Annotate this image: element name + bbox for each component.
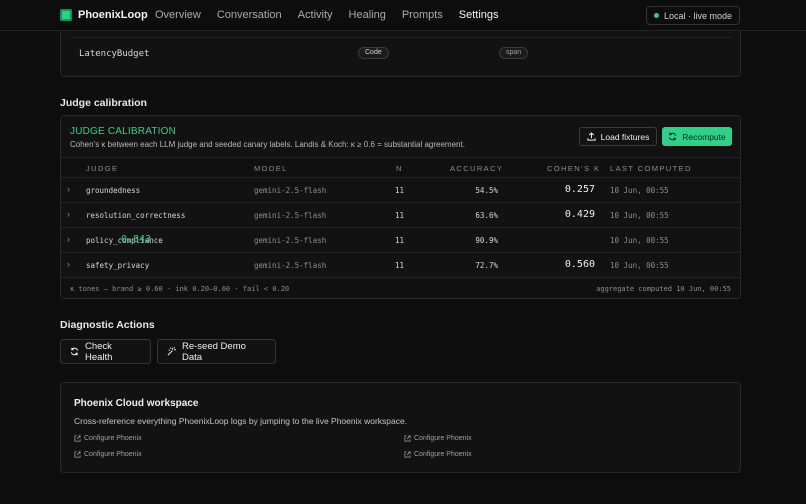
type-pill: Code (358, 47, 389, 59)
external-link-icon (74, 451, 81, 458)
col-kappa[interactable]: COHEN’S K (547, 164, 600, 173)
judge-kappa: 0.257 (564, 184, 595, 195)
refresh-icon (668, 132, 677, 141)
table-footer: κ tones — brand ≥ 0.60 · ink 0.20–0.60 ·… (61, 279, 740, 298)
judge-computed: 10 Jun, 00:55 (610, 211, 669, 220)
mode-label: Local · live mode (663, 10, 732, 21)
chevron-right-icon[interactable]: › (67, 184, 70, 194)
judge-card-title: JUDGE CALIBRATION (70, 126, 177, 137)
judge-accuracy: 63.6% (475, 211, 498, 220)
judge-model: gemini-2.5-flash (254, 261, 327, 270)
judge-kappa: 0.429 (564, 209, 595, 220)
judge-kappa: 0.560 (564, 259, 595, 270)
judge-kappa: 0.843 (121, 234, 152, 245)
external-link-icon (74, 435, 81, 442)
mode-badge[interactable]: Local · live mode (645, 6, 740, 25)
configure-phoenix-link[interactable]: Configure Phoenix (74, 435, 142, 442)
judge-n: 11 (395, 211, 405, 220)
judge-name: safety_privacy (86, 261, 150, 270)
judge-n: 11 (395, 186, 405, 195)
kappa-legend: κ tones — brand ≥ 0.60 · ink 0.20–0.60 ·… (70, 285, 290, 293)
table-row[interactable]: › safety_privacy gemini-2.5-flash 11 72.… (61, 253, 740, 278)
nav-overview[interactable]: Overview (155, 9, 201, 21)
recompute-button[interactable]: Recompute (662, 127, 732, 146)
configure-phoenix-link[interactable]: Configure Phoenix (74, 451, 142, 458)
nav-activity[interactable]: Activity (298, 9, 333, 21)
phoenix-workspace-card: Phoenix Cloud workspace Cross-reference … (60, 382, 741, 473)
check-health-label: Check Health (85, 340, 113, 363)
diagnostics-heading: Diagnostic Actions (60, 319, 155, 331)
refresh-icon (70, 347, 79, 356)
judge-name: groundedness (86, 186, 141, 195)
nav-settings[interactable]: Settings (459, 9, 499, 21)
judge-accuracy: 72.7% (475, 261, 498, 270)
col-accuracy[interactable]: ACCURACY (450, 164, 503, 173)
app-name: PhoenixLoop (78, 9, 148, 21)
chevron-right-icon[interactable]: › (67, 259, 70, 269)
chevron-right-icon[interactable]: › (67, 234, 70, 244)
configure-phoenix-link[interactable]: Configure Phoenix (404, 451, 472, 458)
configure-phoenix-link[interactable]: Configure Phoenix (404, 435, 472, 442)
col-judge[interactable]: JUDGE (86, 164, 118, 173)
load-fixtures-button[interactable]: Load fixtures (579, 127, 657, 146)
col-last-computed[interactable]: LAST COMPUTED (610, 164, 692, 173)
table-row[interactable]: › groundedness gemini-2.5-flash 11 54.5%… (61, 178, 740, 203)
judge-card-subtitle: Cohen’s κ between each LLM judge and see… (70, 140, 465, 149)
phoenix-subtitle: Cross-reference everything PhoenixLoop l… (74, 416, 408, 426)
col-n[interactable]: N (396, 164, 403, 173)
chevron-right-icon[interactable]: › (67, 209, 70, 219)
upload-icon (587, 132, 596, 141)
judge-name: resolution_correctness (86, 211, 186, 220)
col-model[interactable]: MODEL (254, 164, 288, 173)
judge-computed: 10 Jun, 00:55 (610, 186, 669, 195)
judge-computed: 10 Jun, 00:55 (610, 261, 669, 270)
check-health-button[interactable]: Check Health (60, 339, 151, 364)
judge-computed: 10 Jun, 00:55 (610, 236, 669, 245)
link-label: Configure Phoenix (414, 435, 472, 442)
link-label: Configure Phoenix (414, 451, 472, 458)
scope-pill: span (499, 47, 529, 59)
table-row[interactable]: › resolution_correctness gemini-2.5-flas… (61, 203, 740, 228)
judge-accuracy: 54.5% (475, 186, 498, 195)
nav-conversation[interactable]: Conversation (217, 9, 282, 21)
phoenix-title: Phoenix Cloud workspace (74, 398, 199, 409)
judge-section-heading: Judge calibration (60, 97, 147, 109)
judge-calibration-card: JUDGE CALIBRATION Cohen’s κ between each… (60, 115, 741, 299)
table-header: JUDGE MODEL N ACCURACY COHEN’S K LAST CO… (61, 157, 740, 178)
status-dot-icon (653, 13, 659, 18)
logo-icon (60, 9, 72, 21)
link-label: Configure Phoenix (84, 451, 142, 458)
external-link-icon (404, 451, 411, 458)
nav-tabs: Overview Conversation Activity Healing P… (155, 9, 499, 21)
reseed-button[interactable]: Re-seed Demo Data (157, 339, 276, 364)
sparkle-icon (167, 347, 176, 356)
table-row[interactable]: › policy_compliance gemini-2.5-flash 11 … (61, 228, 740, 253)
reseed-label: Re-seed Demo Data (182, 340, 246, 363)
judge-model: gemini-2.5-flash (254, 211, 327, 220)
top-nav: PhoenixLoop Overview Conversation Activi… (0, 0, 806, 31)
latency-budget-name: LatencyBudget (79, 49, 150, 59)
judge-n: 11 (395, 261, 405, 270)
aggregate-computed: aggregate computed 10 Jun, 00:55 (596, 285, 731, 293)
link-label: Configure Phoenix (84, 435, 142, 442)
nav-healing[interactable]: Healing (349, 9, 386, 21)
brand[interactable]: PhoenixLoop (60, 9, 148, 21)
nav-prompts[interactable]: Prompts (402, 9, 443, 21)
judge-model: gemini-2.5-flash (254, 186, 327, 195)
divider (70, 37, 731, 38)
recompute-label: Recompute (682, 131, 726, 142)
external-link-icon (404, 435, 411, 442)
load-fixtures-label: Load fixtures (600, 131, 650, 142)
